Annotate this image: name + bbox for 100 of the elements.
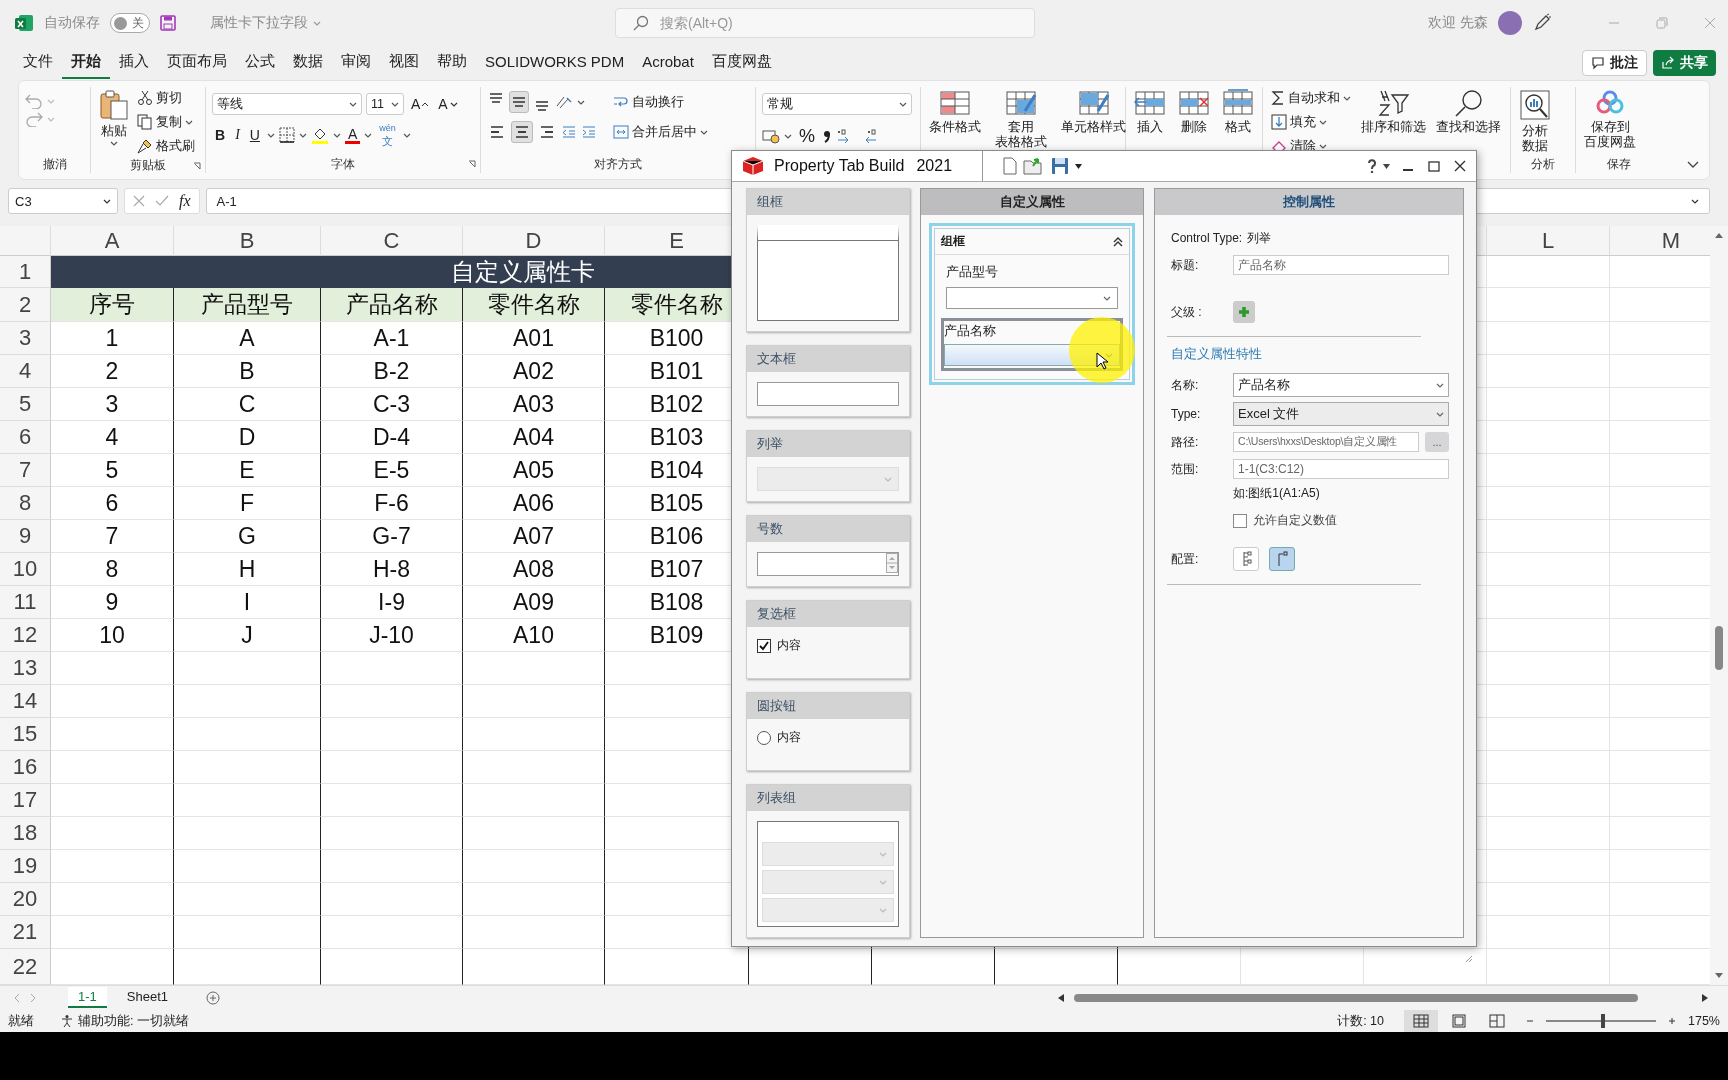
palette-card[interactable]: 复选框 内容	[746, 600, 910, 679]
menu-tab[interactable]: 公式	[236, 47, 284, 79]
row-header[interactable]: 22	[0, 949, 51, 985]
cut-button[interactable]: 剪切	[135, 87, 197, 109]
type-dropdown[interactable]: Excel 文件	[1233, 402, 1449, 426]
paste-button[interactable]: 粘贴	[97, 87, 131, 157]
column-header[interactable]: B	[174, 226, 321, 256]
autosum-button[interactable]: 自动求和	[1269, 87, 1353, 109]
zoom-in-icon[interactable]	[1668, 1017, 1676, 1025]
resize-grip-icon[interactable]	[1463, 953, 1473, 963]
name-dropdown[interactable]: 产品名称	[1233, 373, 1449, 397]
comma-style-icon[interactable]	[822, 128, 832, 144]
collapse-icon[interactable]	[1113, 236, 1123, 247]
dialog-launcher-icon[interactable]	[468, 160, 476, 168]
caption-field[interactable]: 产品名称	[1233, 255, 1449, 275]
border-icon[interactable]	[278, 127, 295, 143]
caret-icon[interactable]	[1075, 163, 1083, 169]
layout-button[interactable]	[1233, 547, 1259, 571]
analyze-data-button[interactable]: 分析 数据	[1517, 87, 1553, 155]
row-header[interactable]: 8	[0, 487, 51, 520]
font-name-combo[interactable]: 等线	[212, 93, 362, 115]
sheet-tab[interactable]: 1-1	[68, 987, 107, 1008]
row-header[interactable]: 10	[0, 553, 51, 586]
row-header[interactable]: 12	[0, 619, 51, 652]
close-icon[interactable]	[1454, 160, 1466, 172]
row-header[interactable]: 2	[0, 288, 51, 322]
menu-tab[interactable]: 开始	[62, 47, 110, 79]
dialog-launcher-icon[interactable]	[193, 162, 201, 170]
column-header[interactable]: M	[1610, 226, 1710, 256]
avatar[interactable]	[1498, 11, 1522, 35]
format-painter-button[interactable]: 格式刷	[135, 135, 197, 157]
row-header[interactable]: 19	[0, 850, 51, 883]
autosave-toggle[interactable]: 关	[110, 13, 150, 33]
row-header[interactable]: 11	[0, 586, 51, 619]
row-header[interactable]: 4	[0, 355, 51, 388]
font-color-button[interactable]: A	[344, 126, 361, 144]
menu-tab[interactable]: Acrobat	[633, 48, 703, 78]
row-header[interactable]: 15	[0, 718, 51, 751]
italic-button[interactable]: I	[232, 124, 243, 146]
path-field[interactable]: C:\Users\hxxs\Desktop\自定义属性	[1233, 432, 1419, 452]
vertical-align-button[interactable]	[509, 91, 529, 113]
range-field[interactable]: 1-1(C3:C12)	[1233, 459, 1449, 479]
spreadsheet-app-icon[interactable]	[14, 13, 34, 33]
menu-tab[interactable]: 视图	[380, 47, 428, 79]
row-header[interactable]: 16	[0, 751, 51, 784]
browse-button[interactable]: ...	[1425, 432, 1449, 452]
scroll-up-icon[interactable]	[1715, 232, 1723, 238]
row-header[interactable]: 21	[0, 916, 51, 949]
column-header[interactable]: D	[463, 226, 605, 256]
search-field[interactable]: 搜索(Alt+Q)	[615, 8, 1035, 38]
row-header[interactable]: 9	[0, 520, 51, 553]
scroll-right-icon[interactable]	[1702, 993, 1708, 1002]
row-header[interactable]: 7	[0, 454, 51, 487]
comment-button[interactable]: 批注	[1582, 50, 1647, 76]
fill-button[interactable]: 填充	[1269, 111, 1353, 133]
row-header[interactable]: 5	[0, 388, 51, 421]
text-orientation-icon[interactable]	[555, 94, 573, 110]
palette-card[interactable]: 列举	[746, 430, 910, 502]
menu-tab[interactable]: 文件	[14, 47, 62, 79]
phonetic-button[interactable]: wén 文	[376, 123, 399, 147]
caret-icon[interactable]	[1383, 163, 1390, 169]
palette-card[interactable]: 圆按钮 内容	[746, 692, 910, 771]
collapse-ribbon-icon[interactable]	[1687, 161, 1699, 169]
insert-function-button[interactable]: fx	[179, 192, 191, 210]
column-header[interactable]: C	[321, 226, 463, 256]
horizontal-scrollbar[interactable]	[1058, 991, 1708, 1004]
menu-tab[interactable]: 数据	[284, 47, 332, 79]
vertical-scrollbar[interactable]	[1710, 226, 1728, 985]
menu-tab[interactable]: 帮助	[428, 47, 476, 79]
shrink-font-button[interactable]: A	[435, 93, 461, 115]
help-icon[interactable]	[1367, 159, 1377, 173]
menu-tab[interactable]: 审阅	[332, 47, 380, 79]
scroll-thumb[interactable]	[1715, 626, 1723, 670]
save-to-cloud-button[interactable]: 保存到 百度网盘	[1582, 87, 1638, 155]
menu-tab[interactable]: SOLIDWORKS PDM	[476, 48, 634, 78]
save-icon[interactable]	[1051, 157, 1070, 175]
row-header[interactable]: 17	[0, 784, 51, 817]
accounting-icon[interactable]	[762, 128, 780, 144]
merge-center-button[interactable]: 合并后居中	[611, 121, 710, 143]
save-icon[interactable]	[160, 15, 176, 31]
row-header[interactable]: 13	[0, 652, 51, 685]
maximize-icon[interactable]	[1428, 160, 1440, 172]
slider-thumb[interactable]	[1601, 1014, 1606, 1028]
palette-card[interactable]: 列表组	[746, 784, 910, 938]
number-format-combo[interactable]: 常规	[762, 93, 912, 115]
checkbox[interactable]	[1233, 513, 1247, 528]
sort-filter-button[interactable]: 排序和筛选	[1359, 87, 1428, 157]
pen-icon[interactable]	[1532, 13, 1552, 33]
scroll-down-icon[interactable]	[1715, 973, 1723, 979]
column-header[interactable]: A	[51, 226, 174, 256]
add-parent-button[interactable]	[1233, 301, 1255, 323]
palette-card[interactable]: 文本框	[746, 345, 910, 417]
find-select-button[interactable]: 查找和选择	[1434, 87, 1503, 157]
new-file-icon[interactable]	[1003, 157, 1018, 175]
menu-tab[interactable]: 插入	[110, 47, 158, 79]
row-header[interactable]: 20	[0, 883, 51, 916]
palette-card[interactable]: 组框	[746, 188, 910, 332]
column-header[interactable]: L	[1487, 226, 1610, 256]
menu-tab[interactable]: 百度网盘	[702, 47, 781, 79]
row-header[interactable]: 14	[0, 685, 51, 718]
